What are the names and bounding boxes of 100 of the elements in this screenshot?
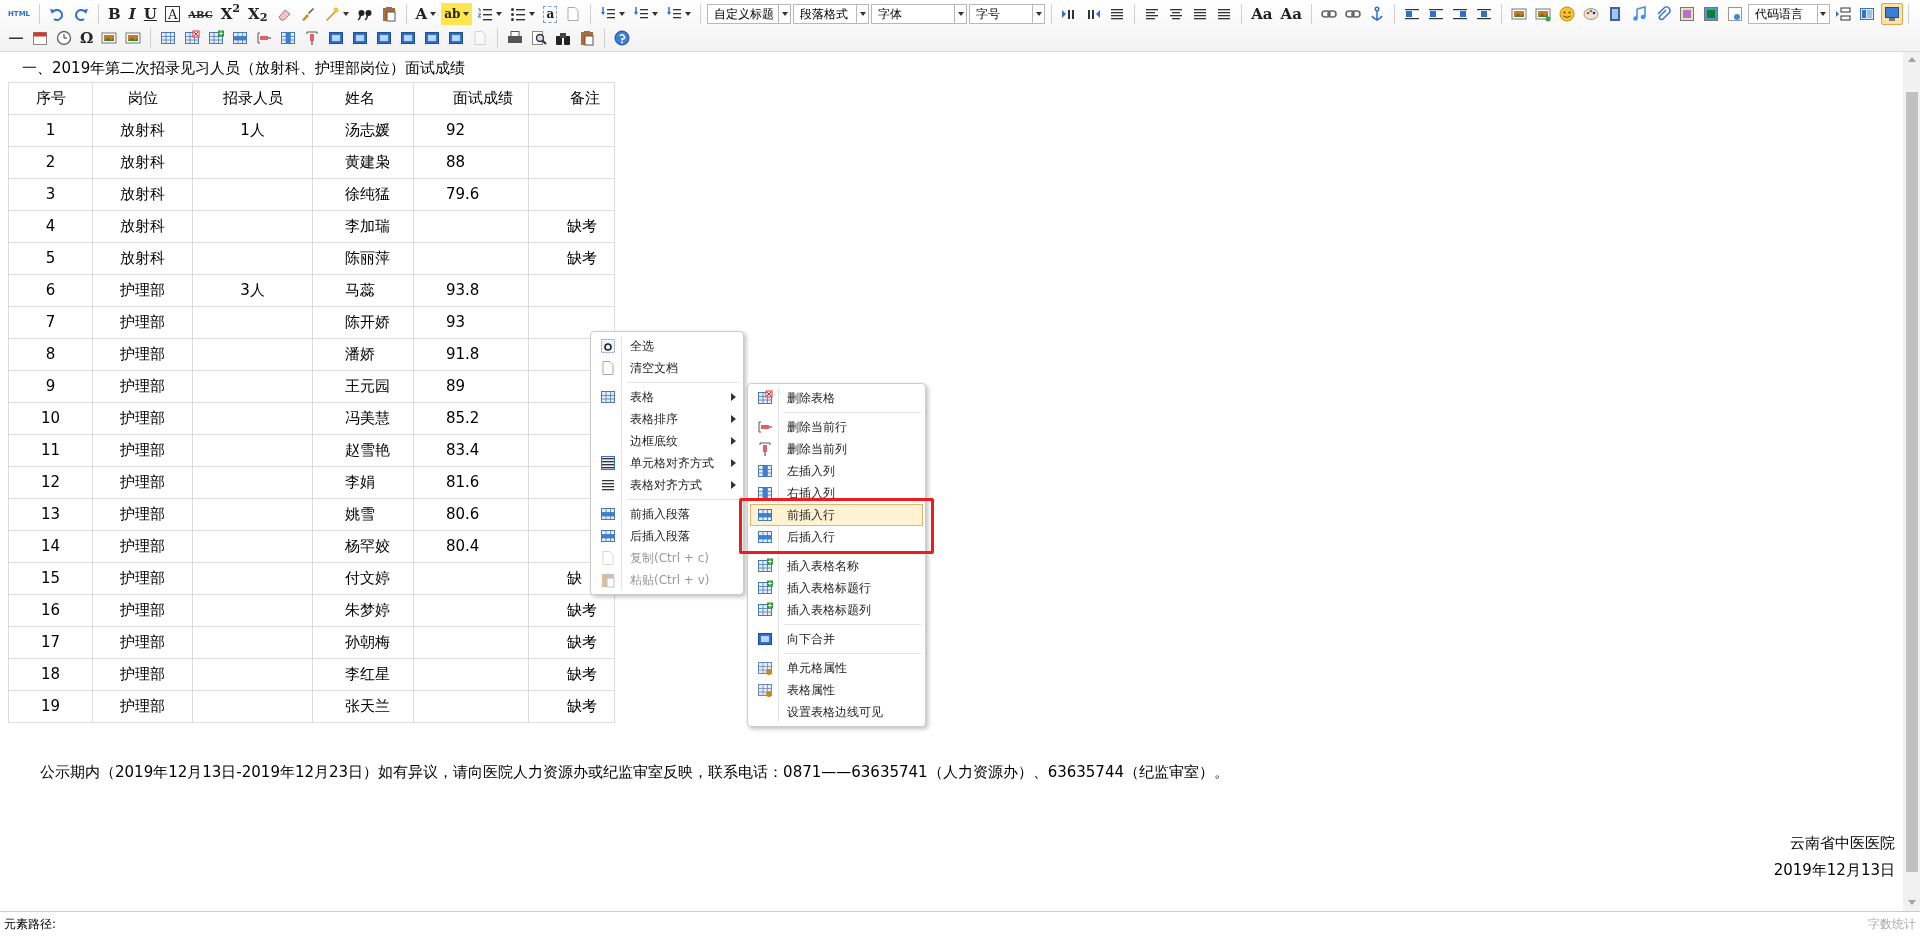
menu-item[interactable]: 表格 [593,386,741,408]
page-break-icon[interactable] [1834,6,1851,22]
merge-right-icon[interactable] [352,30,369,46]
menu-item[interactable]: 设置表格边线可见 [750,701,923,723]
table-icon[interactable] [160,30,177,46]
italic-button[interactable]: I [125,3,139,25]
caret-icon[interactable] [529,12,536,16]
delete-table-icon[interactable] [184,30,201,46]
merge-down-icon[interactable] [376,30,393,46]
menu-item[interactable]: 左插入列 [750,460,923,482]
menu-item[interactable]: 后插入段落 [593,525,741,547]
images-icon[interactable] [1534,6,1551,22]
split-columns-icon[interactable] [448,30,465,46]
bold-button[interactable]: B [105,3,124,25]
preview-icon[interactable] [531,30,548,46]
brush-icon[interactable] [299,6,316,22]
scrollbar[interactable] [1903,52,1920,911]
anchor-icon[interactable] [1368,6,1385,22]
size-select[interactable]: 字号 [969,4,1046,24]
delete-column-icon[interactable] [304,30,321,46]
binoculars-icon[interactable] [555,30,572,46]
undo-icon[interactable] [49,6,66,22]
subscript-button[interactable]: X$_{2}$ [245,3,271,25]
strikethrough-button[interactable]: ABC [185,3,216,25]
paste-text-icon[interactable] [380,6,397,22]
indent-icon[interactable] [1109,6,1126,22]
uppercase-button[interactable]: Aa [1248,3,1276,25]
menu-item[interactable]: 边框底纹 [593,430,741,452]
map-icon[interactable] [1678,6,1695,22]
template-icon[interactable] [1858,6,1875,22]
menu-item[interactable]: 插入表格名称 [750,555,923,577]
map-pin-icon[interactable] [1702,6,1719,22]
superscript-button[interactable]: X$^{2}$ [217,3,244,25]
menu-item[interactable]: 表格属性 [750,679,923,701]
heading-select[interactable]: 自定义标题 [707,4,792,24]
menu-item[interactable]: 右插入列 [750,482,923,504]
split-cells-icon[interactable] [400,30,417,46]
language-select[interactable]: 代码语言 [1747,4,1830,24]
menu-item[interactable]: 前插入行 [750,504,923,526]
redo-icon[interactable] [73,6,90,22]
print-icon[interactable] [507,30,524,46]
emoji-icon[interactable] [1558,6,1575,22]
music-icon[interactable] [1630,6,1647,22]
select-all-button[interactable]: a [543,5,558,23]
image-none-icon[interactable] [1403,6,1420,22]
webpage-icon[interactable] [1726,6,1743,22]
menu-item[interactable]: 单元格对齐方式 [593,452,741,474]
align-right-icon[interactable] [1192,6,1209,22]
align-left-icon[interactable] [1144,6,1161,22]
caret-icon[interactable] [619,12,626,16]
border-button[interactable]: A [164,6,181,22]
menu-item[interactable]: 后插入行 [750,526,923,548]
calendar-icon[interactable] [32,30,48,46]
justify-icon[interactable] [1216,6,1233,22]
image-right-icon[interactable] [1451,6,1468,22]
caret-icon[interactable] [685,12,692,16]
special-char-button[interactable]: Ω [77,27,97,49]
delete-row-icon[interactable] [256,30,273,46]
menu-item[interactable]: 前插入段落 [593,503,741,525]
menu-item[interactable]: 清空文档 [593,357,741,379]
menu-item[interactable]: 删除当前列 [750,438,923,460]
caret-icon[interactable] [496,12,503,16]
menu-item[interactable]: 单元格属性 [750,657,923,679]
highlight-button[interactable]: ab [441,3,473,25]
paragraph-select[interactable]: 段落格式 [793,4,870,24]
split-rows-icon[interactable] [424,30,441,46]
table-caption-icon[interactable] [208,30,225,46]
fullscreen-icon[interactable] [1881,3,1903,25]
menu-item[interactable]: 表格排序 [593,408,741,430]
screenshot-icon[interactable] [101,30,118,46]
font-color-button[interactable]: A [412,3,440,25]
image-icon[interactable] [1510,6,1527,22]
font-select[interactable]: 字体 [871,4,968,24]
caret-icon[interactable] [430,12,437,16]
table-cell: 姚雪 [345,505,375,524]
caret-icon[interactable] [463,12,470,16]
menu-item[interactable]: 删除当前行 [750,416,923,438]
image-center-icon[interactable] [1475,6,1492,22]
caret-icon[interactable] [652,12,659,16]
menu-item[interactable]: 向下合并 [750,628,923,650]
word-image-icon[interactable] [125,30,142,46]
insert-column-icon[interactable] [280,30,297,46]
menu-item[interactable]: 全选 [593,335,741,357]
menu-item[interactable]: 插入表格标题行 [750,577,923,599]
underline-button[interactable]: U [140,3,160,25]
image-left-icon[interactable] [1427,6,1444,22]
menu-item[interactable]: 表格对齐方式 [593,474,741,496]
merge-cells-icon[interactable] [328,30,345,46]
insert-row-icon[interactable] [232,30,249,46]
menu-item[interactable]: 插入表格标题列 [750,599,923,621]
align-center-icon[interactable] [1168,6,1185,22]
menu-item[interactable]: 删除表格 [750,387,923,409]
lowercase-button[interactable]: Aa [1277,3,1305,25]
caret-icon[interactable] [342,12,349,16]
bullet-list-icon[interactable] [510,6,527,22]
clipboard-icon[interactable] [579,30,596,46]
ordered-list-icon[interactable] [477,6,494,22]
clock-icon[interactable] [56,30,72,46]
help-icon[interactable] [614,30,631,46]
palette-icon[interactable] [1582,6,1599,22]
